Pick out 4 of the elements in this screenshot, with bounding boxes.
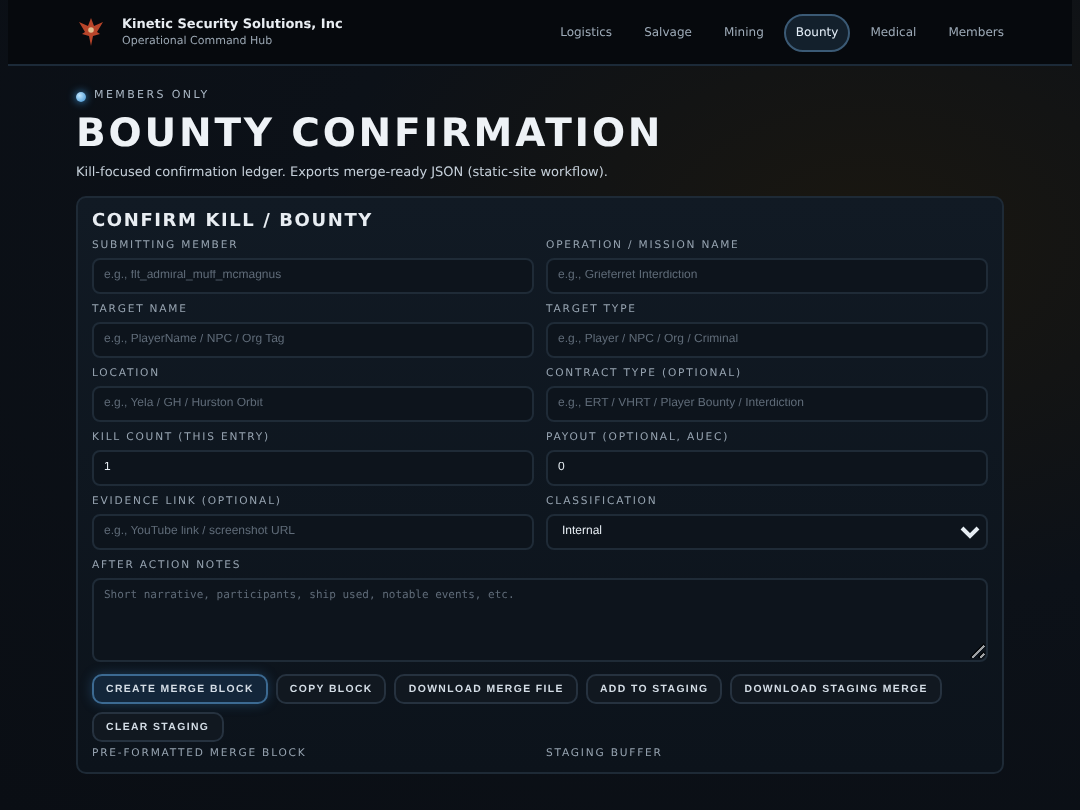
status-dot-icon	[76, 91, 86, 101]
card-title: CONFIRM KILL / BOUNTY	[92, 212, 375, 232]
winged-emblem-logo	[78, 16, 104, 48]
page-title: BOUNTY CONFIRMATION	[76, 110, 666, 156]
